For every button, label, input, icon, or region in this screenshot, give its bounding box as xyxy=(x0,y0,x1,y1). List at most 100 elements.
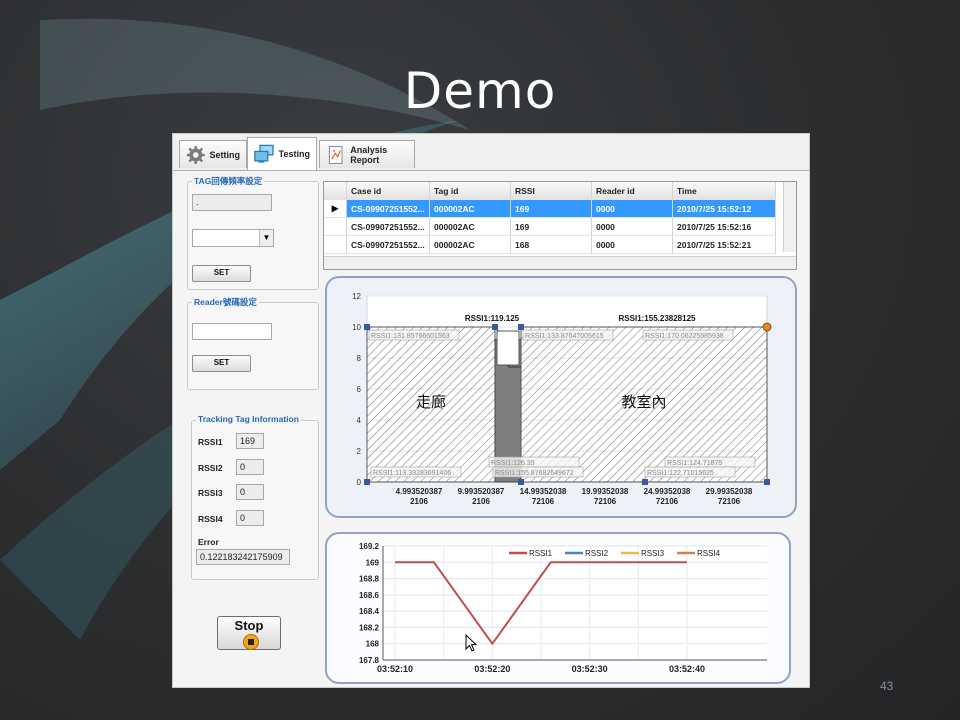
x-tick-label: 14.99352038 xyxy=(520,487,567,496)
mouse-cursor-icon xyxy=(465,634,478,652)
tag-frequency-select[interactable]: ▼ xyxy=(192,229,274,247)
reader-marker xyxy=(764,479,770,485)
rssi1-value: 169 xyxy=(236,433,264,449)
column-header[interactable]: Time xyxy=(672,182,776,200)
table-row[interactable]: CS-09907251552... 000002AC 169 0000 2010… xyxy=(324,217,776,236)
reader-number-set-button[interactable]: SET xyxy=(192,355,251,372)
tab-testing[interactable]: Testing xyxy=(247,137,317,170)
table-row[interactable]: ▶ CS-09907251552... 000002AC 169 0000 20… xyxy=(324,199,776,218)
region-classroom-label: 教室內 xyxy=(621,393,666,411)
y-tick-label: 2 xyxy=(357,447,362,456)
table-cell: 2010/7/25 15:52:21 xyxy=(672,235,776,254)
rssi-line-chart: 167.8168168.2168.4168.6168.8169169.203:5… xyxy=(359,542,767,674)
tag-frequency-group: TAG回傳頻率設定 . ▼ SET xyxy=(187,175,319,290)
y-tick-label: 10 xyxy=(352,323,361,332)
reader-number-input[interactable] xyxy=(192,323,272,340)
column-header[interactable]: Tag id xyxy=(429,182,511,200)
y-tick-label: 12 xyxy=(352,292,361,301)
column-header[interactable]: Case id xyxy=(346,182,430,200)
rssi4-label: RSSI4 xyxy=(198,514,223,524)
table-cell: 2010/7/25 15:52:12 xyxy=(672,199,776,218)
table-cell: 0000 xyxy=(591,235,673,254)
x-tick-label: 72106 xyxy=(594,497,617,506)
table-cell: 000002AC xyxy=(429,235,511,254)
horizontal-scrollbar[interactable] xyxy=(324,256,796,269)
table-cell: CS-09907251552... xyxy=(346,199,430,218)
column-header[interactable]: Reader id xyxy=(591,182,673,200)
data-grid[interactable]: Case id Tag id RSSI Reader id Time ▶ CS-… xyxy=(323,181,797,270)
tab-setting[interactable]: Setting xyxy=(179,140,247,168)
tag-frequency-title: TAG回傳頻率設定 xyxy=(192,175,265,187)
x-tick-label: 2106 xyxy=(410,497,428,506)
position-chart: 0 2 4 6 8 10 12 走廊 教室內 RSSI1:119.125 RSSI1:155.238… xyxy=(352,292,772,506)
x-tick-label: 03:52:40 xyxy=(669,664,705,674)
rssi3-label: RSSI3 xyxy=(198,488,223,498)
tab-analysis-report[interactable]: Analysis Report xyxy=(319,140,415,168)
rssi3-value: 0 xyxy=(236,484,264,500)
x-tick-label: 72106 xyxy=(532,497,555,506)
tracking-tag-title: Tracking Tag Information xyxy=(196,414,301,424)
doorway xyxy=(496,330,520,366)
rssi2-value: 0 xyxy=(236,459,264,475)
rssi-tag-label: RSSI1:131.85766601563 xyxy=(371,333,450,340)
rssi-line-chart-panel: 167.8 168 168.2 168.4 168.6 168.8 169 169.2 03:5… xyxy=(325,532,791,684)
x-tick-label: 9.993520387 xyxy=(458,487,505,496)
error-label: Error xyxy=(198,537,219,547)
y-tick-label: 168.2 xyxy=(359,623,380,632)
reader-number-group: Reader號碼設定 SET xyxy=(187,296,319,390)
tag-frequency-input[interactable]: . xyxy=(192,194,272,211)
table-cell: CS-09907251552... xyxy=(346,217,430,236)
table-cell: 169 xyxy=(510,199,592,218)
reader-marker xyxy=(518,324,524,330)
tab-bar: Setting Testing Analysis Report xyxy=(173,134,809,171)
x-tick-label: 24.99352038 xyxy=(644,487,691,496)
stop-record-icon xyxy=(242,633,259,650)
y-tick-label: 168 xyxy=(366,640,380,649)
rssi-tag-label: RSSI1:126.35 xyxy=(491,460,535,467)
rssi2-label: RSSI2 xyxy=(198,463,223,473)
x-tick-label: 72106 xyxy=(718,497,741,506)
region-corridor-label: 走廊 xyxy=(416,393,446,411)
gear-icon xyxy=(186,145,205,164)
y-tick-label: 0 xyxy=(357,478,362,487)
reader-marker xyxy=(364,479,370,485)
tag-frequency-set-button[interactable]: SET xyxy=(192,265,251,282)
tracking-tag-group: Tracking Tag Information RSSI1 169 RSSI2… xyxy=(191,414,319,580)
rssi-tag-label: RSSI1:124.71875 xyxy=(667,460,722,467)
x-tick-label: 19.99352038 xyxy=(582,487,629,496)
table-cell: 169 xyxy=(510,217,592,236)
table-row[interactable]: CS-09907251552... 000002AC 168 0000 2010… xyxy=(324,235,776,254)
table-cell: 000002AC xyxy=(429,199,511,218)
table-cell: 000002AC xyxy=(429,217,511,236)
stop-button[interactable]: Stop xyxy=(217,616,281,650)
reader-marker xyxy=(492,324,498,330)
y-tick-label: 8 xyxy=(357,354,362,363)
y-tick-label: 168.4 xyxy=(359,607,380,616)
rssi-tag-label: RSSI1:133.87047005615 xyxy=(525,333,604,340)
tab-testing-label: Testing xyxy=(278,149,310,159)
y-tick-label: 6 xyxy=(357,385,362,394)
tab-analysis-report-label: Analysis Report xyxy=(350,144,388,165)
y-tick-label: 4 xyxy=(357,416,362,425)
chevron-down-icon: ▼ xyxy=(259,230,273,246)
y-tick-label: 169 xyxy=(366,558,380,567)
legend-label: RSSI3 xyxy=(641,549,665,558)
column-header[interactable]: RSSI xyxy=(510,182,592,200)
rssi1-label: RSSI1 xyxy=(198,437,223,447)
top-rssi-label: RSSI1:119.125 xyxy=(465,314,520,323)
y-tick-label: 169.2 xyxy=(359,542,380,551)
legend-label: RSSI2 xyxy=(585,549,609,558)
report-icon xyxy=(328,145,343,164)
vertical-scrollbar[interactable] xyxy=(783,182,796,252)
x-tick-label: 72106 xyxy=(656,497,679,506)
row-pointer-icon: ▶ xyxy=(324,199,347,218)
reader-number-title: Reader號碼設定 xyxy=(192,296,259,308)
legend-label: RSSI4 xyxy=(697,549,721,558)
rssi-tag-label: RSSI1:113.33283691406 xyxy=(373,470,451,477)
x-tick-label: 03:52:10 xyxy=(377,664,413,674)
x-tick-label: 4.993520387 xyxy=(396,487,443,496)
x-tick-label: 29.99352038 xyxy=(706,487,753,496)
y-tick-label: 168.6 xyxy=(359,591,380,600)
table-header: Case id Tag id RSSI Reader id Time xyxy=(324,182,776,200)
rssi4-value: 0 xyxy=(236,510,264,526)
